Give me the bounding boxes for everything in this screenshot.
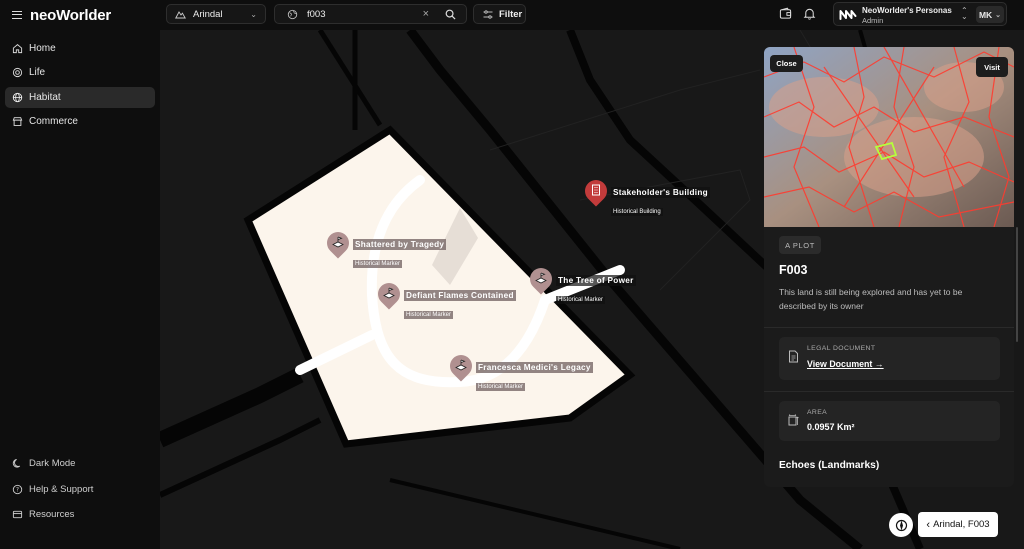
marker-title: Francesca Medici's Legacy	[476, 362, 593, 373]
store-icon	[12, 117, 23, 127]
sidebar-item-label: Life	[29, 67, 46, 79]
building-icon	[592, 184, 600, 196]
help-support-label: Help & Support	[29, 483, 94, 495]
chevron-updown-icon: ⌃ ⌄	[961, 6, 968, 21]
neoworlder-logo-icon	[839, 10, 857, 20]
compass-icon	[895, 519, 907, 531]
filter-label: Filter	[499, 8, 523, 20]
sidebar-item-commerce[interactable]: Commerce	[5, 111, 155, 132]
wallet-icon[interactable]	[779, 7, 792, 20]
marker-stakeholders-building[interactable]: Stakeholder's Building Historical Buildin…	[580, 175, 710, 218]
moon-icon	[12, 459, 21, 468]
sidebar-item-label: Commerce	[29, 116, 78, 128]
location-select[interactable]: Arindal ⌄	[166, 4, 266, 24]
plot-detail-panel: Close Visit A PLOT F003 This land is sti…	[764, 47, 1014, 487]
main-nav: Home Life Habitat Commerce	[5, 38, 155, 136]
breadcrumb-back-button[interactable]: ‹ Arindal, F003	[918, 512, 998, 537]
help-icon: ?	[12, 484, 23, 494]
echoes-heading: Echoes (Landmarks)	[779, 460, 880, 471]
document-icon	[789, 350, 798, 363]
chevron-down-icon: ⌄	[995, 11, 1002, 19]
sidebar-item-habitat[interactable]: Habitat	[5, 86, 155, 108]
dark-mode-toggle[interactable]: Dark Mode	[5, 453, 155, 474]
chevron-left-icon: ‹	[926, 518, 931, 531]
life-icon	[12, 68, 23, 78]
historical-marker-pin	[322, 227, 354, 260]
marker-subtitle: Historical Marker	[404, 311, 454, 319]
persona-switcher[interactable]: NeoWorlder's Personas Admin ⌃ ⌄ MK ⌄	[833, 2, 1007, 26]
visit-button[interactable]: Visit	[976, 57, 1008, 77]
resources-icon	[12, 510, 23, 519]
marker-subtitle: Historical Marker	[353, 260, 403, 268]
marker-defiant-flames-contained[interactable]: Defiant Flames Contained Historical Marke…	[373, 278, 516, 321]
resources-link[interactable]: Resources	[5, 504, 155, 525]
historical-marker-pin	[445, 350, 477, 383]
marker-subtitle: Historical Marker	[556, 296, 606, 304]
marker-subtitle: Historical Building	[611, 208, 663, 216]
sidebar-item-life[interactable]: Life	[5, 62, 155, 83]
user-initials: MK	[978, 9, 993, 20]
clear-icon[interactable]: ×	[423, 8, 429, 20]
search-input[interactable]: f003	[307, 9, 326, 20]
logo-row: neoWorlder	[12, 6, 111, 24]
area-icon	[788, 414, 799, 426]
view-document-link[interactable]: View Document →	[807, 359, 884, 369]
resources-label: Resources	[29, 509, 75, 520]
marker-title: Stakeholder's Building	[611, 187, 710, 198]
flag-icon	[383, 287, 395, 299]
filter-button[interactable]: Filter	[473, 4, 526, 24]
plot-title: F003	[779, 263, 808, 277]
area-value: 0.0957 Km²	[807, 422, 855, 432]
sidebar: neoWorlder Home Life Habitat Commerce Da…	[0, 0, 160, 549]
persona-name: NeoWorlder's Personas	[862, 6, 952, 15]
marker-subtitle: Historical Marker	[476, 383, 526, 391]
search-icon[interactable]	[445, 9, 456, 20]
persona-role: Admin	[862, 16, 884, 25]
user-avatar[interactable]: MK ⌄	[976, 6, 1004, 23]
plot-description: This land is still being explored and ha…	[779, 287, 963, 311]
marker-title: Shattered by Tragedy	[353, 239, 447, 250]
flag-icon	[332, 236, 344, 248]
help-support-link[interactable]: ? Help & Support	[5, 479, 155, 500]
flag-icon	[455, 359, 467, 371]
historical-marker-pin	[373, 278, 405, 311]
brand-logo[interactable]: neoWorlder	[30, 7, 111, 24]
marker-shattered-by-tragedy[interactable]: Shattered by Tragedy Historical Marker	[322, 227, 447, 270]
marker-title: The Tree of Power	[556, 275, 636, 286]
panel-scrollbar[interactable]	[1016, 227, 1018, 342]
historical-building-pin	[580, 175, 612, 208]
close-button[interactable]: Close	[770, 55, 803, 72]
chevron-down-icon: ⌄	[250, 9, 257, 19]
recenter-button[interactable]	[889, 513, 913, 537]
sidebar-item-home[interactable]: Home	[5, 38, 155, 59]
bottom-nav: Dark Mode ? Help & Support Resources	[5, 453, 155, 530]
bell-icon[interactable]	[803, 7, 816, 20]
dark-mode-label: Dark Mode	[29, 458, 76, 469]
historical-marker-pin	[525, 263, 557, 296]
topbar: Arindal ⌄ f003 × Filter NeoWorlder's Per…	[160, 0, 1024, 30]
sidebar-item-label: Home	[29, 43, 56, 54]
sidebar-item-label: Habitat	[29, 91, 61, 103]
legal-document-label: LEGAL DOCUMENT	[807, 345, 876, 352]
menu-icon[interactable]	[12, 11, 22, 19]
location-value: Arindal	[193, 8, 223, 20]
mountain-icon	[175, 11, 186, 19]
area-card: AREA 0.0957 Km²	[779, 401, 1000, 441]
search-box[interactable]: f003 ×	[274, 4, 467, 24]
breadcrumb-label: Arindal, F003	[933, 519, 990, 530]
legal-document-card: LEGAL DOCUMENT View Document →	[779, 337, 1000, 380]
flag-icon	[535, 272, 547, 284]
filter-icon	[483, 9, 493, 19]
globe-search-icon	[287, 9, 298, 19]
marker-title: Defiant Flames Contained	[404, 290, 516, 301]
home-icon	[12, 44, 23, 54]
area-label: AREA	[807, 409, 828, 416]
marker-francesca-medicis-legacy[interactable]: Francesca Medici's Legacy Historical Mark…	[445, 350, 593, 393]
plot-type-badge: A PLOT	[779, 236, 821, 254]
marker-the-tree-of-power[interactable]: The Tree of Power Historical Marker	[525, 263, 636, 306]
divider	[764, 327, 1014, 328]
divider	[764, 391, 1014, 392]
svg-text:?: ?	[16, 486, 19, 493]
globe-icon	[12, 92, 23, 102]
